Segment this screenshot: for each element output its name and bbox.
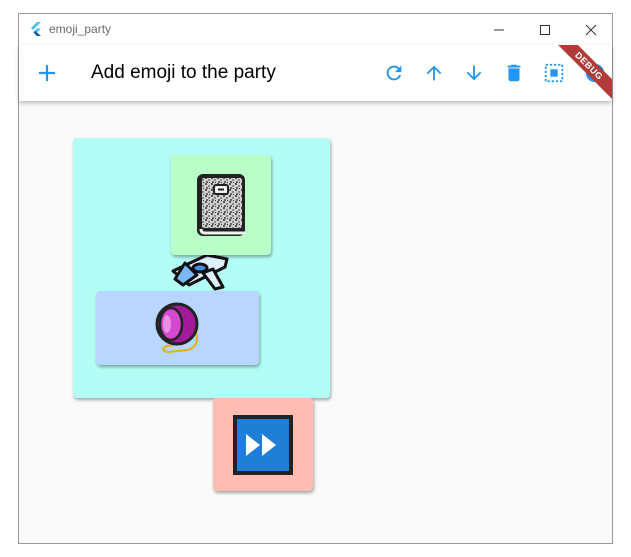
arrow-down-icon xyxy=(466,65,482,81)
circle-icon xyxy=(585,63,605,83)
notebook-icon xyxy=(197,174,245,236)
minimize-button[interactable] xyxy=(476,14,522,45)
flutter-logo-icon xyxy=(31,22,41,36)
delete-button[interactable] xyxy=(501,60,527,86)
minimize-icon xyxy=(494,29,504,30)
party-canvas xyxy=(19,101,612,543)
window-title: emoji_party xyxy=(49,22,112,36)
refresh-icon xyxy=(386,65,402,81)
settings-button[interactable] xyxy=(582,60,608,86)
move-up-button[interactable] xyxy=(421,60,447,86)
close-icon xyxy=(585,24,597,35)
delete-icon xyxy=(507,64,521,82)
yoyo-emoji-card[interactable] xyxy=(96,291,259,365)
add-button[interactable] xyxy=(34,60,60,86)
title-bar: emoji_party xyxy=(19,14,612,45)
page-title: Add emoji to the party xyxy=(91,62,276,83)
fast-forward-emoji-card[interactable] xyxy=(213,398,313,491)
notebook-emoji-card[interactable] xyxy=(171,155,271,255)
arrow-up-icon xyxy=(426,65,442,81)
move-down-button[interactable] xyxy=(461,60,487,86)
select-all-icon xyxy=(544,63,564,83)
yoyo-icon xyxy=(155,302,198,354)
maximize-button[interactable] xyxy=(522,14,568,45)
select-all-button[interactable] xyxy=(541,60,567,86)
refresh-button[interactable] xyxy=(381,60,407,86)
app-bar: Add emoji to the party xyxy=(19,45,612,101)
add-icon xyxy=(39,65,55,81)
app-window: emoji_party Add emoji to the party DEBUG xyxy=(18,13,613,544)
fast-forward-icon xyxy=(233,414,293,475)
maximize-icon xyxy=(540,24,550,35)
close-button[interactable] xyxy=(568,14,614,45)
